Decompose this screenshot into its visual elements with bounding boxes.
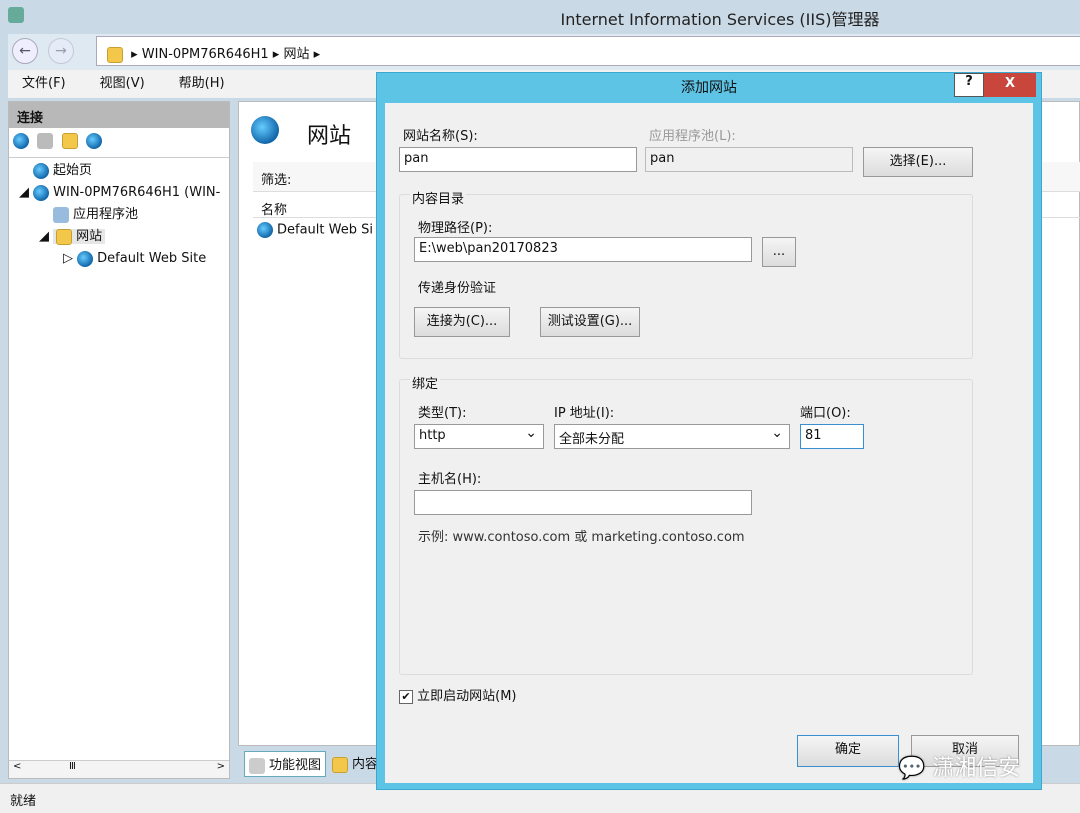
help-button[interactable]: ? [954,73,984,97]
check-icon: ✔ [399,689,413,704]
tree-start-page[interactable]: 起始页 [9,160,229,182]
tab-label: 功能视图 [269,758,322,773]
menu-help[interactable]: 帮助(H) [165,76,225,91]
tree-label: 网站 [76,229,103,244]
features-icon [249,757,265,774]
wechat-icon: 💬 [898,756,926,781]
host-name-input[interactable] [414,490,752,515]
dialog-body: 网站名称(S): pan 应用程序池(L): pan 选择(E)... 内容目录… [385,103,1033,783]
connect-as-button[interactable]: 连接为(C)... [414,307,510,337]
page-title: 网站 [307,124,352,149]
type-select[interactable]: http [414,424,544,449]
binding-group: 绑定 类型(T): http IP 地址(I): 全部未分配 端口(O): 81… [399,373,973,675]
path-label: 物理路径(P): [418,221,493,236]
title-bar: Internet Information Services (IIS)管理器 [0,0,1080,32]
crumb-sites[interactable]: 网站 [283,47,309,62]
app-pool-icon [53,206,69,223]
forward-button[interactable]: → [48,38,74,64]
up-icon[interactable] [61,133,78,149]
type-label: 类型(T): [418,406,467,421]
browse-button[interactable]: ... [762,237,796,267]
host-label: 主机名(H): [418,472,482,487]
host-example: 示例: www.contoso.com 或 marketing.contoso.… [418,530,745,545]
add-site-dialog: 添加网站 ? X 网站名称(S): pan 应用程序池(L): pan 选择(E… [376,72,1042,790]
watermark: 💬 潇湘信安 [898,750,1020,782]
start-site-checkbox[interactable]: ✔ 立即启动网站(M) [399,685,517,704]
save-icon[interactable] [37,133,54,149]
server-icon [33,184,50,201]
site-name-input[interactable]: pan [399,147,637,172]
connect-icon[interactable] [13,133,29,149]
app-pool-input: pan [645,147,853,172]
site-row[interactable]: Default Web Si [257,222,373,238]
tree-default-site[interactable]: ▷ Default Web Site [9,248,229,270]
port-label: 端口(O): [800,406,851,421]
menu-file[interactable]: 文件(F) [8,76,66,91]
disconnect-icon[interactable] [86,133,103,149]
breadcrumb[interactable]: ▸ WIN-0PM76R646H1 ▸ 网站 ▸ [96,36,1080,66]
window-title: Internet Information Services (IIS)管理器 [560,10,880,29]
globe-icon [257,222,273,238]
watermark-text: 潇湘信安 [932,756,1021,781]
start-page-icon [33,162,49,179]
pass-through-auth-label: 传递身份验证 [418,281,497,296]
sites-icon [251,116,279,144]
globe-icon [77,250,94,267]
horizontal-scrollbar[interactable]: < Ⅲ > [9,760,229,778]
tree-app-pools[interactable]: 应用程序池 [9,204,229,226]
tree-server[interactable]: ◢ WIN-0PM76R646H1 (WIN- [9,182,229,204]
tree-label: WIN-0PM76R646H1 (WIN- [53,185,221,200]
tree-label: Default Web Site [97,251,207,266]
content-directory-group: 内容目录 物理路径(P): E:\web\pan20170823 ... 传递身… [399,188,973,359]
address-bar: ← → ▸ WIN-0PM76R646H1 ▸ 网站 ▸ [8,34,1080,70]
tree-label: 起始页 [53,163,93,178]
filter-label: 筛选: [261,173,292,188]
test-settings-button[interactable]: 测试设置(G)... [540,307,640,337]
tree-sites[interactable]: ◢ 网站 [9,226,229,248]
tab-label: 内容 [352,757,379,772]
tab-features-view[interactable]: 功能视图 [244,751,327,777]
site-name-label: 网站名称(S): [403,129,478,144]
folder-icon [56,228,73,245]
physical-path-input[interactable]: E:\web\pan20170823 [414,237,752,262]
checkbox-label: 立即启动网站(M) [417,689,517,704]
tree-label: 应用程序池 [73,207,139,222]
close-button[interactable]: X [984,73,1036,97]
content-icon [332,756,348,773]
connections-toolbar [9,128,229,158]
connections-pane: 连接 起始页 ◢ WIN-0PM76R646H1 (WIN- 应用程序池 ◢ 网… [8,101,230,779]
ip-label: IP 地址(I): [554,406,615,421]
menu-view[interactable]: 视图(V) [86,76,145,91]
port-input[interactable]: 81 [800,424,864,449]
app-pool-label: 应用程序池(L): [649,129,736,144]
ip-select[interactable]: 全部未分配 [554,424,790,449]
folder-icon [107,46,123,63]
back-button[interactable]: ← [12,38,38,64]
row-label: Default Web Si [277,222,373,238]
binding-group-title: 绑定 [410,373,441,392]
connections-header: 连接 [9,102,229,128]
tab-content-view[interactable]: 内容 [332,753,378,773]
crumb-server[interactable]: WIN-0PM76R646H1 [142,47,269,62]
ok-button[interactable]: 确定 [797,735,899,767]
content-group-title: 内容目录 [410,188,467,207]
select-button[interactable]: 选择(E)... [863,147,973,177]
dialog-title: 添加网站 [681,80,737,96]
